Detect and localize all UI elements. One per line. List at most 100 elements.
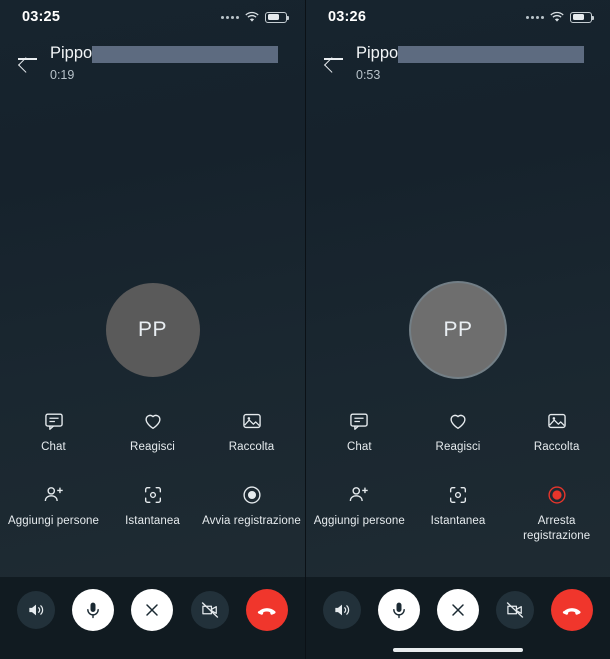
action-stop-recording[interactable]: Arresta registrazione bbox=[507, 474, 606, 543]
battery-icon bbox=[265, 11, 289, 23]
action-grid: Chat Reagisci Raccolta Aggiungi persone … bbox=[0, 400, 305, 529]
gallery-icon bbox=[546, 408, 568, 434]
action-label: Istantanea bbox=[125, 515, 180, 528]
microphone-button[interactable] bbox=[377, 589, 420, 631]
action-gallery[interactable]: Raccolta bbox=[202, 400, 301, 454]
redaction-bar bbox=[92, 45, 279, 63]
call-header: Pippo 0:53 bbox=[306, 34, 610, 82]
add-person-icon bbox=[42, 482, 66, 508]
signal-dots-icon bbox=[526, 15, 544, 19]
action-add-people[interactable]: Aggiungi persone bbox=[310, 474, 409, 543]
chat-icon bbox=[43, 408, 65, 434]
status-indicators bbox=[221, 11, 289, 23]
action-start-recording[interactable]: Avvia registrazione bbox=[202, 474, 301, 528]
action-label: Chat bbox=[41, 441, 66, 453]
speaker-icon bbox=[29, 604, 43, 616]
call-controls-bar bbox=[306, 577, 610, 659]
phone-screen-left: 03:25 Pippo 0:19 PP Chat Reagisci Raccol… bbox=[0, 0, 305, 659]
back-arrow-icon[interactable] bbox=[16, 47, 40, 71]
redaction-bar bbox=[398, 45, 585, 63]
close-icon bbox=[146, 604, 159, 616]
chat-icon bbox=[348, 408, 370, 434]
video-off-icon bbox=[201, 602, 219, 618]
heart-icon bbox=[142, 408, 164, 434]
action-row-1: Chat Reagisci Raccolta bbox=[4, 400, 301, 454]
hangup-button[interactable] bbox=[246, 589, 289, 631]
home-indicator bbox=[393, 648, 523, 652]
action-react[interactable]: Reagisci bbox=[103, 400, 202, 454]
wifi-icon bbox=[244, 11, 260, 23]
action-chat[interactable]: Chat bbox=[4, 400, 103, 454]
call-header: Pippo 0:19 bbox=[0, 34, 305, 82]
status-indicators bbox=[526, 11, 594, 23]
close-button[interactable] bbox=[436, 589, 479, 631]
snapshot-icon bbox=[142, 482, 164, 508]
avatar-area: PP bbox=[0, 283, 305, 377]
avatar-initials: PP bbox=[137, 318, 167, 341]
hangup-icon bbox=[258, 608, 276, 615]
microphone-button[interactable] bbox=[72, 589, 115, 631]
action-grid: Chat Reagisci Raccolta Aggiungi persone … bbox=[306, 400, 610, 543]
contact-name: Pippo bbox=[50, 44, 93, 62]
action-label: Aggiungi persone bbox=[313, 515, 405, 528]
phone-screen-right: 03:26 Pippo 0:53 PP Chat Reagisci Raccol… bbox=[305, 0, 610, 659]
action-snapshot[interactable]: Istantanea bbox=[103, 474, 202, 528]
status-bar: 03:26 bbox=[306, 0, 610, 34]
avatar-initials: PP bbox=[443, 318, 473, 341]
action-label: Raccolta bbox=[228, 441, 275, 453]
action-label: Aggiungi persone bbox=[7, 515, 100, 528]
action-chat[interactable]: Chat bbox=[310, 400, 409, 454]
action-row-2: Aggiungi persone Istantanea Avvia regist… bbox=[4, 474, 301, 528]
speaker-button[interactable] bbox=[16, 591, 55, 629]
contact-name: Pippo bbox=[356, 44, 399, 62]
contact-title-row: Pippo bbox=[356, 44, 594, 63]
status-time: 03:25 bbox=[22, 9, 61, 25]
video-button[interactable] bbox=[190, 591, 229, 629]
close-icon bbox=[452, 604, 464, 616]
avatar: PP bbox=[105, 283, 200, 377]
call-title-block: Pippo 0:19 bbox=[50, 44, 289, 82]
status-bar: 03:25 bbox=[0, 0, 305, 34]
microphone-icon bbox=[392, 602, 405, 619]
action-row-1: Chat Reagisci Raccolta bbox=[310, 400, 606, 454]
action-label: Reagisci bbox=[435, 441, 481, 453]
action-row-2: Aggiungi persone Istantanea Arresta regi… bbox=[310, 474, 606, 543]
microphone-icon bbox=[87, 602, 99, 619]
snapshot-icon bbox=[447, 482, 469, 508]
dual-screenshot-container: 03:25 Pippo 0:19 PP Chat Reagisci Raccol… bbox=[0, 0, 610, 659]
battery-icon bbox=[570, 11, 594, 23]
hangup-button[interactable] bbox=[551, 589, 594, 631]
action-snapshot[interactable]: Istantanea bbox=[409, 474, 508, 543]
action-label: Istantanea bbox=[430, 515, 486, 528]
signal-dots-icon bbox=[221, 15, 239, 19]
back-arrow-icon[interactable] bbox=[322, 47, 346, 71]
record-start-icon bbox=[241, 482, 263, 508]
action-add-people[interactable]: Aggiungi persone bbox=[4, 474, 103, 528]
action-label: Avvia registrazione bbox=[202, 515, 301, 528]
record-stop-icon bbox=[546, 482, 568, 508]
avatar-area: PP bbox=[306, 283, 610, 377]
action-label: Reagisci bbox=[130, 441, 175, 453]
wifi-icon bbox=[549, 11, 565, 23]
gallery-icon bbox=[241, 408, 263, 434]
action-label: Raccolta bbox=[533, 441, 580, 453]
speaker-icon bbox=[334, 604, 349, 616]
video-button[interactable] bbox=[496, 591, 535, 629]
contact-title-row: Pippo bbox=[50, 44, 289, 63]
call-controls-bar bbox=[0, 577, 305, 659]
call-title-block: Pippo 0:53 bbox=[356, 44, 594, 82]
add-person-icon bbox=[347, 482, 371, 508]
action-label: Chat bbox=[346, 441, 372, 453]
close-button[interactable] bbox=[131, 589, 174, 631]
avatar: PP bbox=[411, 283, 505, 377]
status-time: 03:26 bbox=[328, 9, 367, 25]
speaker-button[interactable] bbox=[322, 591, 361, 629]
hangup-icon bbox=[563, 608, 581, 615]
call-timer: 0:19 bbox=[50, 68, 75, 82]
action-react[interactable]: Reagisci bbox=[409, 400, 508, 454]
action-label: Arresta registrazione bbox=[523, 515, 591, 542]
call-timer: 0:53 bbox=[356, 68, 381, 82]
action-gallery[interactable]: Raccolta bbox=[507, 400, 606, 454]
heart-icon bbox=[447, 408, 469, 434]
video-off-icon bbox=[506, 602, 524, 618]
